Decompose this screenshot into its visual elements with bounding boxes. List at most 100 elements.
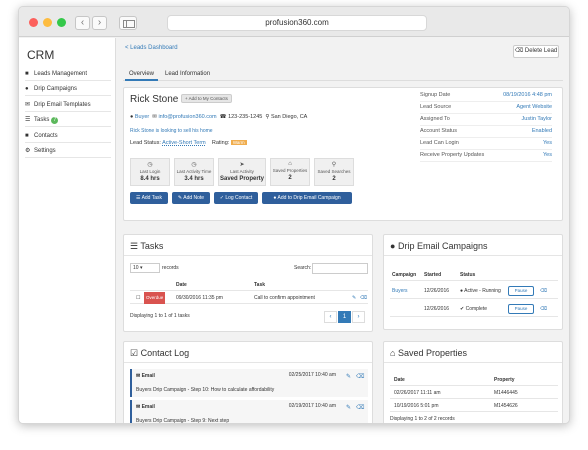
clock-icon: ◷ (191, 162, 197, 168)
trash-icon[interactable]: ⌫ (356, 404, 364, 411)
rating-label: Rating: (211, 140, 230, 146)
log-date: 02/25/2017 10:40 am (288, 372, 336, 378)
check-square-icon: ☑ (130, 348, 139, 358)
stat-saved-properties[interactable]: ⌂ Saved Properties 2 (270, 158, 310, 186)
sidebar-item-drip-email-templates[interactable]: ✉ Drip Email Templates (25, 99, 111, 112)
forward-button[interactable]: › (92, 16, 107, 30)
column-header-task[interactable]: Task (254, 279, 265, 291)
page-size-value: 10 (133, 265, 139, 271)
edit-icon[interactable]: ✎ (346, 404, 351, 411)
saved-properties-title-text: Saved Properties (397, 348, 467, 358)
sidebar-toggle-icon[interactable] (119, 16, 137, 30)
pause-button[interactable]: Pause (508, 286, 534, 296)
sidebar-item-settings[interactable]: ⚙ Settings (25, 145, 111, 158)
column-header-started[interactable]: Started (424, 269, 441, 281)
detail-value[interactable]: Yes (543, 152, 552, 158)
stat-label: Last Activity (230, 169, 254, 174)
add-note-button[interactable]: ✎ Add Note (172, 192, 210, 204)
sidebar: CRM ■ Leads Management ● Drip Campaigns ✉ D… (19, 38, 116, 423)
delete-lead-label: Delete Lead (524, 48, 558, 54)
lead-summary-panel: Rick Stone + Add to My Contacts ● Buyer … (123, 87, 563, 221)
tasks-footer: Displaying 1 to 1 of 1 tasks (130, 313, 190, 319)
detail-value[interactable]: Justin Taylor (522, 116, 552, 122)
tab-lead-information[interactable]: Lead Information (161, 68, 214, 81)
lead-status-value[interactable]: Active-Short Term (162, 140, 206, 146)
lead-status-line: Lead Status: Active-Short Term Rating: W… (130, 140, 247, 146)
page-number[interactable]: 1 (338, 311, 351, 323)
property-id[interactable]: M1446445 (494, 387, 518, 399)
detail-label: Signup Date (420, 92, 451, 98)
column-header-campaign[interactable]: Campaign (392, 269, 416, 281)
list-icon: ☰ (25, 117, 31, 123)
stat-label: Last Login (139, 169, 161, 174)
minimize-window-button[interactable] (43, 18, 52, 27)
sidebar-item-drip-campaigns[interactable]: ● Drip Campaigns (25, 83, 111, 96)
next-page-button[interactable]: › (352, 311, 365, 323)
sidebar-item-label: Tasks (34, 117, 50, 123)
lead-email[interactable]: info@profusion360.com (158, 114, 216, 120)
row-checkbox[interactable]: ☐ (136, 292, 140, 304)
log-entry: ✉ Email 02/25/2017 10:40 am ✎ ⌫ Buyers D… (130, 369, 368, 397)
edit-icon[interactable]: ✎ (346, 373, 351, 380)
add-note-label: Add Note (183, 195, 205, 201)
page-size-select[interactable]: 10 ▾ (130, 263, 160, 273)
lead-type[interactable]: Buyer (135, 114, 149, 120)
log-description: Buyers Drip Campaign - Step 9: Next step (136, 418, 230, 424)
stat-label: Saved Properties (272, 168, 308, 173)
lead-note: Rick Stone is looking to sell his home (130, 128, 213, 134)
sidebar-item-tasks[interactable]: ☰ Tasks 7 (25, 114, 111, 127)
contact-log-title-text: Contact Log (140, 348, 190, 358)
property-id[interactable]: M1454626 (494, 400, 518, 412)
campaign-status-text: Active - Running (464, 288, 501, 294)
pause-button[interactable]: Pause (508, 304, 534, 314)
list-icon: ☰ (130, 241, 139, 251)
address-bar[interactable]: profusion360.com (167, 15, 427, 31)
add-to-contacts-button[interactable]: + Add to My Contacts (181, 94, 232, 103)
divider (384, 362, 562, 363)
add-to-contacts-label: Add to My Contacts (188, 96, 228, 101)
add-task-button[interactable]: ☰ Add Task (130, 192, 168, 204)
check-circle-icon: ✔ (460, 306, 465, 312)
chevron-down-icon: ▾ (139, 265, 143, 271)
divider (384, 255, 562, 256)
add-to-drip-campaign-button[interactable]: ● Add to Drip Email Campaign (262, 192, 352, 204)
column-header-status[interactable]: Status (460, 269, 475, 281)
tab-overview[interactable]: Overview (125, 68, 159, 81)
drip-title: ● Drip Email Campaigns (390, 241, 487, 251)
tasks-search-input[interactable] (312, 263, 368, 274)
stat-saved-searches[interactable]: ⚲ Saved Searches 2 (314, 158, 354, 186)
records-label: records (162, 265, 179, 271)
back-button[interactable]: ‹ (75, 16, 90, 30)
trash-icon[interactable]: ⌫ (356, 373, 364, 380)
delete-lead-button[interactable]: ⌫ Delete Lead (513, 45, 559, 58)
property-date: 10/19/2016 5:01 pm (394, 403, 439, 409)
gear-icon: ⚙ (25, 148, 31, 154)
edit-icon[interactable]: ✎ (352, 292, 356, 304)
add-task-label: Add Task (141, 195, 163, 201)
prev-page-button[interactable]: ‹ (324, 311, 337, 323)
sidebar-item-leads-management[interactable]: ■ Leads Management (25, 68, 111, 81)
detail-assigned-to: Assigned To Justin Taylor (420, 116, 552, 126)
detail-value[interactable]: Enabled (532, 128, 552, 134)
trash-icon[interactable]: ⌫ (540, 303, 547, 315)
browser-window: ‹ › profusion360.com CRM ■ Leads Manageme… (18, 6, 570, 424)
campaign-name[interactable]: Buyers (392, 285, 408, 297)
breadcrumb[interactable]: < Leads Dashboard (125, 45, 178, 51)
drip-title-text: Drip Email Campaigns (397, 241, 488, 251)
sidebar-item-contacts[interactable]: ■ Contacts (25, 130, 111, 143)
detail-value[interactable]: Agent Website (516, 104, 552, 110)
close-window-button[interactable] (29, 18, 38, 27)
column-header-property[interactable]: Property (494, 374, 515, 386)
saved-properties-title: ⌂ Saved Properties (390, 348, 467, 358)
trash-icon[interactable]: ⌫ (360, 292, 367, 304)
column-header-date[interactable]: Date (176, 279, 187, 291)
log-type-text: Email (141, 404, 155, 410)
rating-badge[interactable]: Warm (230, 140, 247, 145)
pencil-icon: ✎ (177, 195, 183, 201)
trash-icon[interactable]: ⌫ (540, 285, 547, 297)
zoom-window-button[interactable] (57, 18, 66, 27)
log-contact-button[interactable]: ✓ Log Contact (214, 192, 258, 204)
detail-value[interactable]: Yes (543, 140, 552, 146)
column-header-date[interactable]: Date (394, 374, 405, 386)
main-content: < Leads Dashboard ⌫ Delete Lead Overview… (117, 38, 569, 424)
